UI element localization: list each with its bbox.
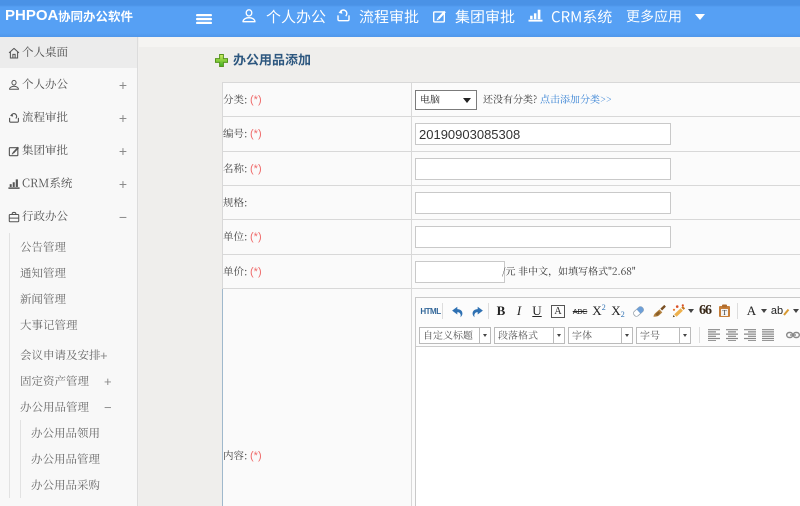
- svg-text:T: T: [722, 309, 727, 317]
